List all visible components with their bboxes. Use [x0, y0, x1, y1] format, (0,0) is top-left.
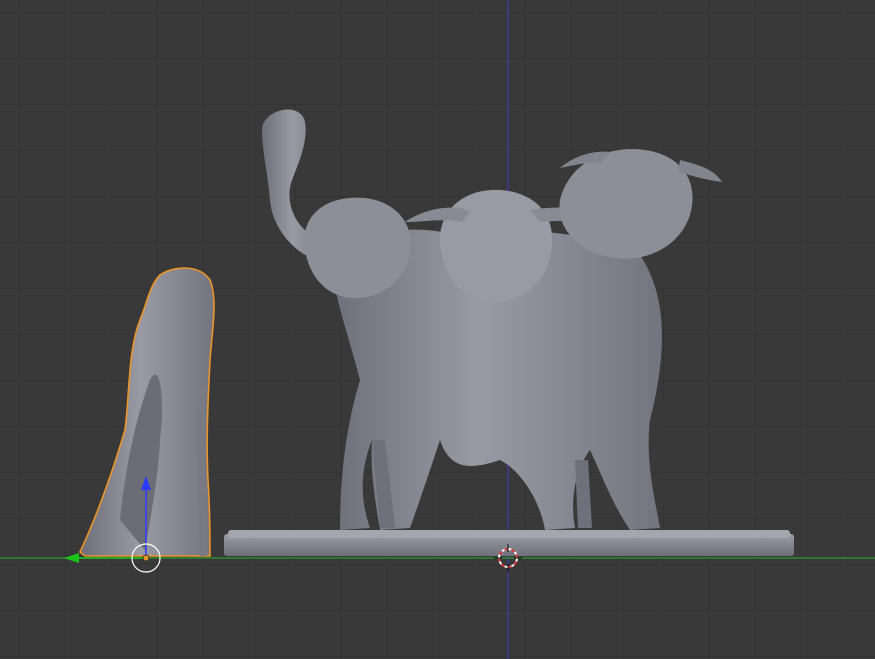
3d-viewport[interactable] — [0, 0, 875, 659]
object-origin-icon — [142, 554, 150, 562]
dog-base-top — [228, 530, 790, 538]
